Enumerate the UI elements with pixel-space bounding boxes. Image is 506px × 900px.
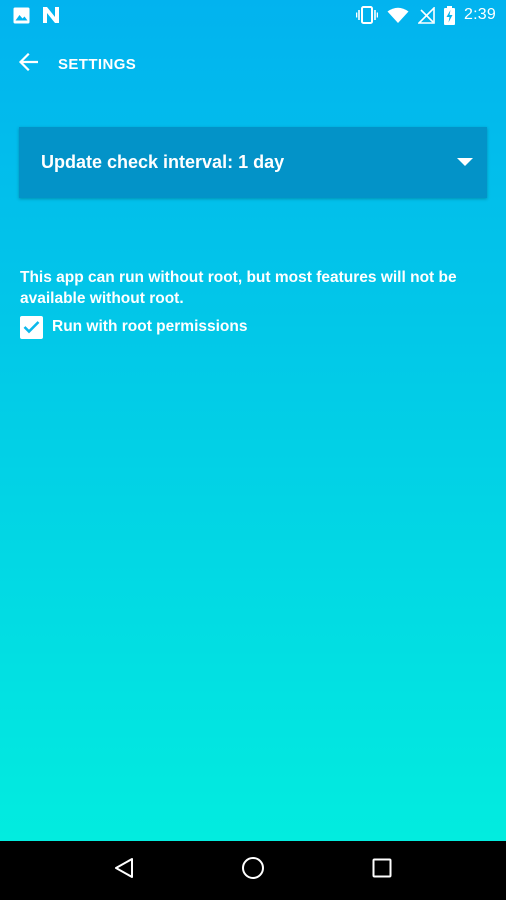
screen: 2:39 SETTINGS Update check interval: 1 d… bbox=[0, 0, 506, 841]
wifi-icon bbox=[387, 7, 409, 24]
arrow-left-icon bbox=[18, 52, 39, 76]
caret-down-icon bbox=[457, 157, 473, 166]
checkmark-icon bbox=[23, 321, 40, 334]
nav-home-button[interactable] bbox=[223, 841, 283, 900]
root-permission-row[interactable]: Run with root permissions bbox=[20, 315, 247, 339]
vibrate-icon bbox=[356, 6, 379, 24]
n-logo-icon bbox=[42, 6, 60, 24]
status-bar-left bbox=[13, 6, 60, 24]
back-button[interactable] bbox=[0, 40, 56, 88]
status-time: 2:39 bbox=[464, 6, 496, 23]
status-bar-right: 2:39 bbox=[356, 5, 496, 25]
page-title: SETTINGS bbox=[58, 55, 137, 73]
nav-recents-button[interactable] bbox=[352, 841, 412, 900]
no-signal-icon bbox=[418, 6, 435, 24]
navigation-bar bbox=[0, 841, 506, 900]
home-circle-icon bbox=[241, 856, 265, 885]
update-interval-dropdown[interactable]: Update check interval: 1 day bbox=[19, 127, 487, 198]
status-bar: 2:39 bbox=[0, 0, 506, 30]
back-triangle-icon bbox=[113, 857, 135, 884]
toolbar: SETTINGS bbox=[0, 40, 506, 88]
update-interval-label: Update check interval: 1 day bbox=[41, 152, 285, 172]
image-icon bbox=[13, 7, 30, 24]
nav-back-button[interactable] bbox=[94, 841, 154, 900]
recents-square-icon bbox=[372, 858, 392, 883]
battery-charging-icon bbox=[444, 5, 456, 25]
root-permission-label: Run with root permissions bbox=[52, 318, 248, 335]
root-notice: This app can run without root, but most … bbox=[20, 269, 457, 307]
root-permission-checkbox[interactable] bbox=[20, 315, 43, 339]
